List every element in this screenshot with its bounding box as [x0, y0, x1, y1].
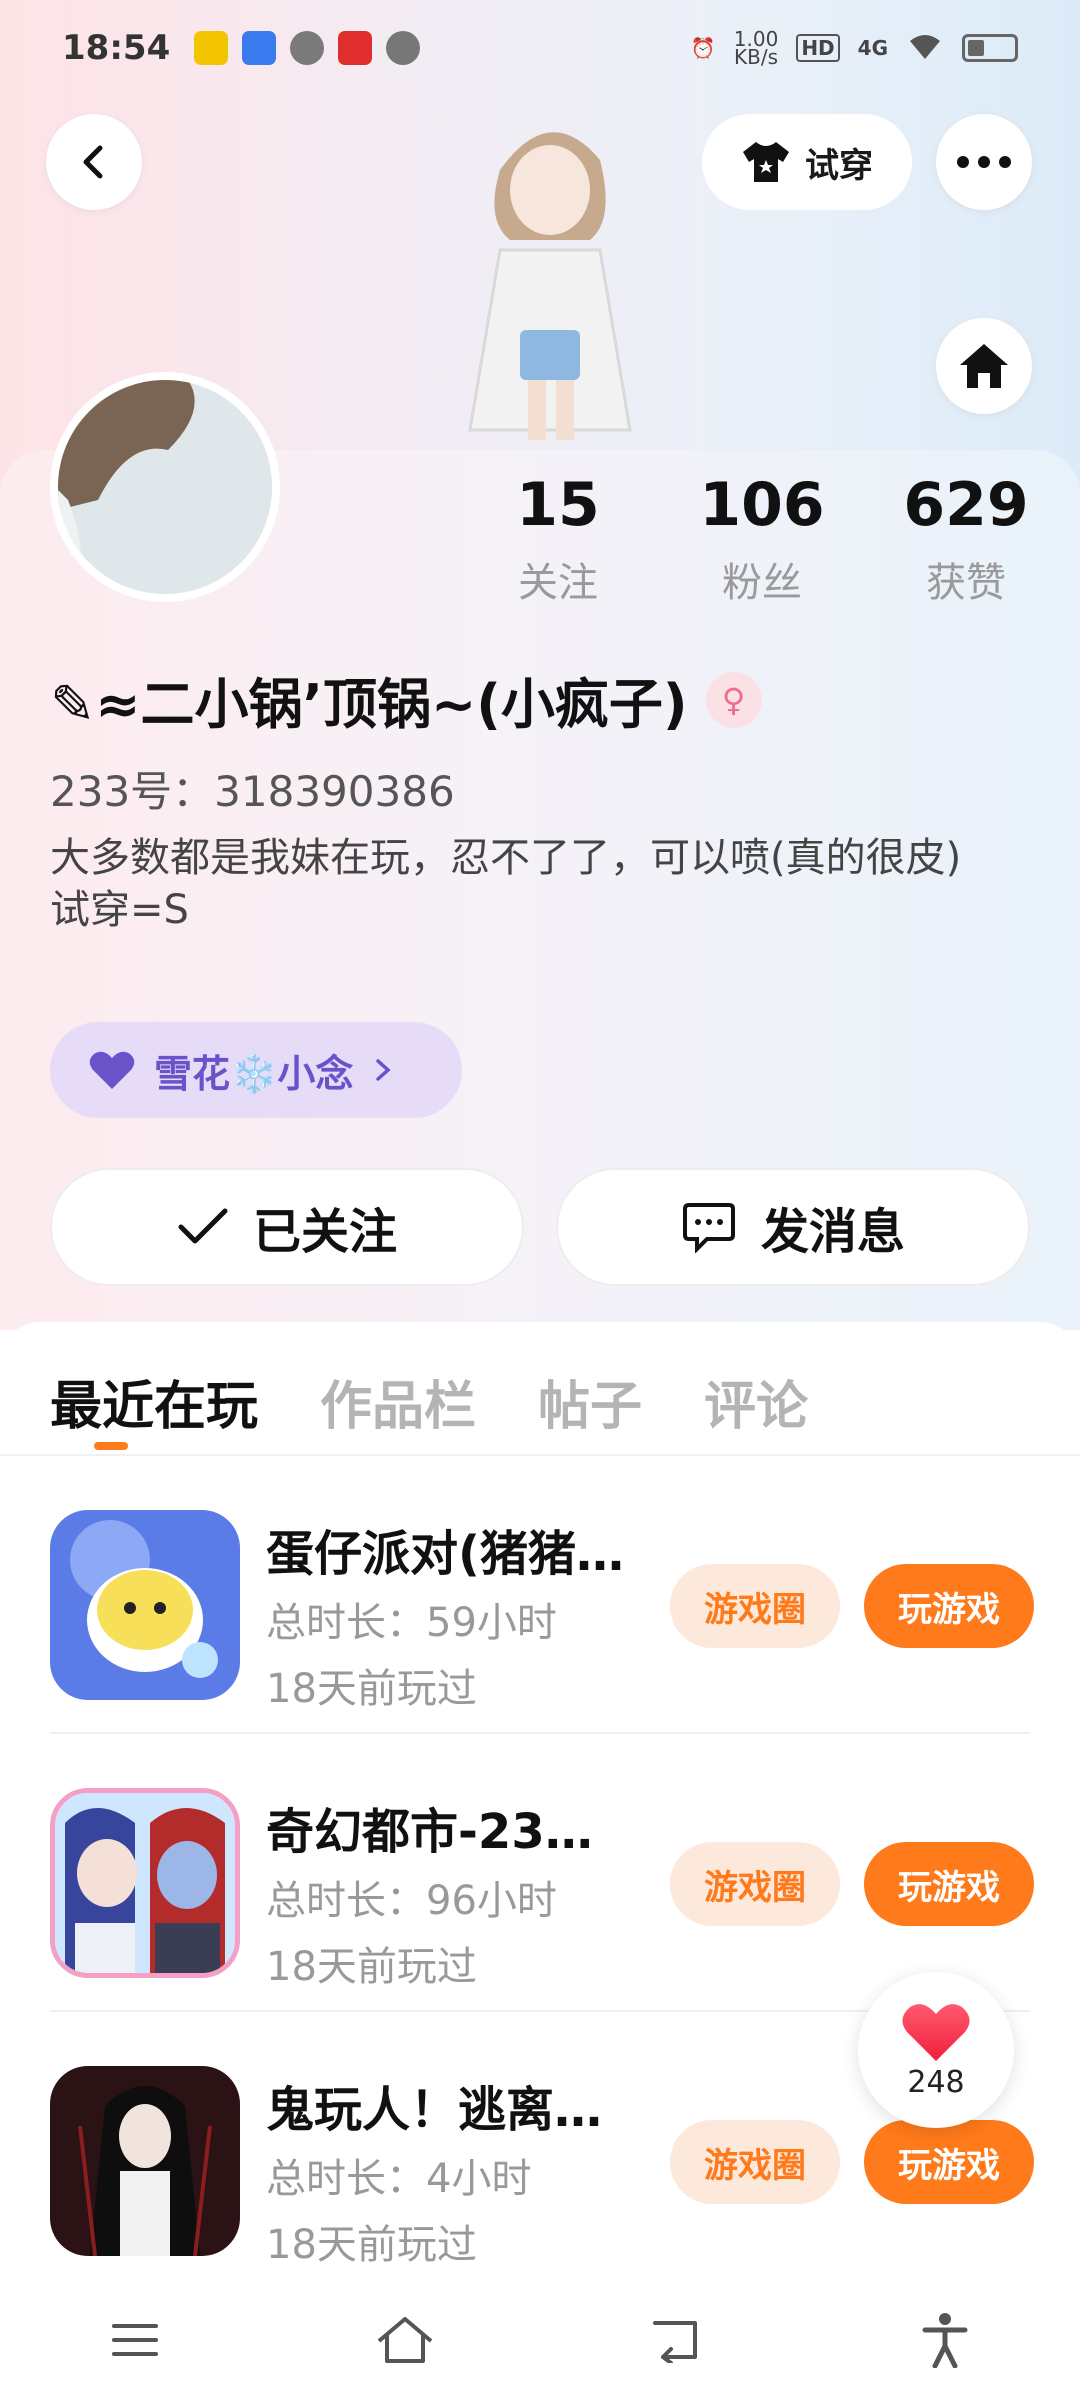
- female-gender-icon: ♀: [705, 671, 762, 728]
- tab-works[interactable]: 作品栏: [320, 1364, 476, 1439]
- like-floating-button[interactable]: 248: [858, 1972, 1014, 2128]
- game-meta: 总时长：96小时 18天前玩过: [266, 1868, 557, 2000]
- stat-following[interactable]: 15 关注: [478, 470, 638, 608]
- stat-label: 获赞: [926, 560, 1006, 606]
- row-divider: [50, 1732, 1030, 1734]
- notification-icons: [194, 31, 421, 65]
- stat-value: 629: [903, 470, 1029, 540]
- back-nav-button[interactable]: [635, 2300, 715, 2380]
- more-button[interactable]: [936, 114, 1032, 210]
- network-speed: 1.00 KB/s: [733, 27, 779, 69]
- content-section: 最近在玩 作品栏 帖子 评论 蛋仔派对(猪猪… 总时长：59小时 18天前玩过 …: [0, 1322, 1080, 2404]
- game-duration: 总时长：96小时: [266, 1878, 557, 1924]
- home-outline-icon: [377, 2317, 433, 2363]
- status-bar: 18:54 ⏰ 1.00 KB/s HD 4G: [0, 0, 1080, 96]
- game-meta: 总时长：4小时 18天前玩过: [266, 2146, 531, 2278]
- checkmark-icon: [178, 1208, 228, 1244]
- home-button[interactable]: [936, 318, 1032, 414]
- stat-fans[interactable]: 106 粉丝: [682, 470, 842, 608]
- status-time: 18:54: [62, 28, 171, 68]
- play-game-button[interactable]: 玩游戏: [864, 1842, 1034, 1926]
- tab-posts[interactable]: 帖子: [538, 1364, 642, 1439]
- game-title: 奇幻都市-23…: [266, 1804, 593, 1860]
- play-game-button[interactable]: 玩游戏: [864, 1564, 1034, 1648]
- tab-comments[interactable]: 评论: [704, 1364, 808, 1439]
- baidu-notification-icon: [242, 31, 277, 65]
- accessibility-icon: [922, 2313, 968, 2368]
- game-last-played: 18天前玩过: [266, 1666, 477, 1712]
- battery-icon: [962, 34, 1018, 62]
- back-icon: [653, 2321, 697, 2363]
- menu-icon: [112, 2324, 158, 2356]
- try-on-label: 试穿: [805, 145, 873, 186]
- send-message-label: 发消息: [760, 1204, 905, 1260]
- more-dots-icon: [957, 156, 1011, 168]
- stat-value: 15: [516, 470, 600, 540]
- system-nav-bar: [0, 2276, 1080, 2404]
- avatar[interactable]: [50, 372, 280, 602]
- play-game-button[interactable]: 玩游戏: [864, 2120, 1034, 2204]
- home-nav-button[interactable]: [365, 2300, 445, 2380]
- chevron-right-icon: [376, 1059, 391, 1081]
- game-duration: 总时长：4小时: [266, 2156, 532, 2202]
- hd-icon: HD: [796, 34, 840, 62]
- game-last-played: 18天前玩过: [266, 2222, 477, 2268]
- active-tab-indicator: [94, 1442, 128, 1450]
- eggy-party-icon[interactable]: [50, 1510, 240, 1700]
- nickname: ✎≈二小锅’顶锅~(小疯子): [50, 673, 688, 736]
- chat-bubble-icon: [682, 1203, 735, 1253]
- timer-notification-icon: [386, 31, 421, 65]
- followed-label: 已关注: [252, 1204, 397, 1260]
- back-button[interactable]: [46, 114, 142, 210]
- game-title: 蛋仔派对(猪猪…: [266, 1526, 624, 1582]
- app-notification-icon: [194, 31, 229, 65]
- send-message-button[interactable]: 发消息: [556, 1168, 1030, 1286]
- menu-nav-button[interactable]: [95, 2300, 175, 2380]
- nickname-row: ✎≈二小锅’顶锅~(小疯子) ♀: [50, 660, 762, 739]
- app-notification-icon: [338, 31, 373, 65]
- game-circle-button[interactable]: 游戏圈: [670, 2120, 840, 2204]
- ghost-game-icon[interactable]: [50, 2066, 240, 2256]
- game-circle-button[interactable]: 游戏圈: [670, 1564, 840, 1648]
- signal-icon: 4G: [857, 36, 888, 60]
- fantasy-city-icon[interactable]: [50, 1788, 240, 1978]
- game-meta: 总时长：59小时 18天前玩过: [266, 1590, 557, 1722]
- bio-line: 试穿=S: [50, 887, 189, 933]
- bio-line: 大多数都是我妹在玩，忍不了了，可以喷(真的很皮): [50, 835, 962, 881]
- heart-icon: [902, 2003, 970, 2061]
- accessibility-nav-button[interactable]: [905, 2300, 985, 2380]
- tabs-divider: [0, 1454, 1080, 1456]
- home-icon: [960, 344, 1008, 388]
- stat-likes[interactable]: 629 获赞: [886, 470, 1046, 608]
- stat-label: 粉丝: [722, 560, 802, 606]
- heart-icon: [89, 1051, 135, 1089]
- stat-label: 关注: [518, 560, 598, 606]
- stat-value: 106: [699, 470, 825, 540]
- fan-badge-label: 雪花❄️小念: [154, 1051, 354, 1096]
- game-circle-button[interactable]: 游戏圈: [670, 1842, 840, 1926]
- fan-club-badge[interactable]: 雪花❄️小念: [50, 1022, 462, 1118]
- like-count: 248: [907, 2064, 965, 2100]
- game-duration: 总时长：59小时: [266, 1600, 557, 1646]
- game-row[interactable]: 蛋仔派对(猪猪… 总时长：59小时 18天前玩过 游戏圈 玩游戏: [50, 1510, 1034, 1740]
- tab-bar: 最近在玩 作品栏 帖子 评论: [50, 1364, 808, 1439]
- tab-recently-played[interactable]: 最近在玩: [50, 1364, 258, 1439]
- alarm-icon: ⏰: [690, 36, 716, 60]
- followed-button[interactable]: 已关注: [50, 1168, 524, 1286]
- chevron-left-icon: [83, 145, 103, 179]
- try-on-button[interactable]: 试穿: [702, 114, 912, 210]
- user-id: 233号：318390386: [50, 767, 455, 816]
- bio: 大多数都是我妹在玩，忍不了了，可以喷(真的很皮) 试穿=S: [50, 832, 1030, 936]
- game-row[interactable]: 奇幻都市-23… 总时长：96小时 18天前玩过 游戏圈 玩游戏: [50, 1788, 1034, 2018]
- wifi-icon: [906, 31, 944, 66]
- tshirt-icon: [743, 142, 789, 182]
- avatar-3d-character: [440, 90, 660, 450]
- game-last-played: 18天前玩过: [266, 1944, 477, 1990]
- wechat-notification-icon: [290, 31, 325, 65]
- status-right: ⏰ 1.00 KB/s HD 4G: [690, 27, 1018, 69]
- game-title: 鬼玩人！逃离…: [266, 2082, 603, 2138]
